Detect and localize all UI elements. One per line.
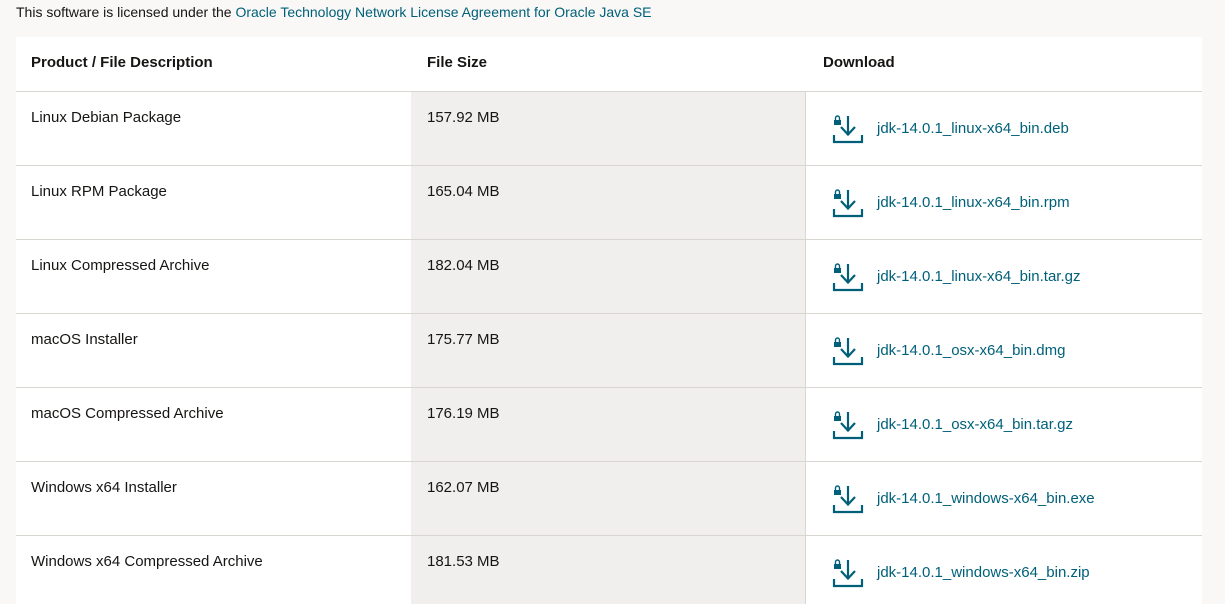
download-link[interactable]: jdk-14.0.1_osx-x64_bin.tar.gz: [831, 409, 1073, 441]
download-link[interactable]: jdk-14.0.1_osx-x64_bin.dmg: [831, 335, 1065, 367]
header-description: Product / File Description: [31, 54, 213, 71]
table-row: Windows x64 Compressed Archive 181.53 MB…: [16, 536, 1202, 604]
downloads-table: Product / File Description File Size Dow…: [16, 37, 1202, 604]
table-row: Linux Debian Package 157.92 MB jdk-14.0.…: [16, 92, 1202, 166]
file-size: 157.92 MB: [427, 109, 500, 126]
download-link[interactable]: jdk-14.0.1_windows-x64_bin.zip: [831, 557, 1090, 589]
header-download: Download: [823, 54, 895, 71]
file-description: macOS Installer: [31, 331, 138, 348]
file-size: 175.77 MB: [427, 331, 500, 348]
download-link[interactable]: jdk-14.0.1_linux-x64_bin.deb: [831, 113, 1069, 145]
lock-download-icon: [832, 263, 864, 292]
download-filename[interactable]: jdk-14.0.1_linux-x64_bin.rpm: [877, 194, 1070, 212]
file-description: Windows x64 Installer: [31, 479, 177, 496]
lock-download-icon: [832, 337, 864, 366]
file-description: Windows x64 Compressed Archive: [31, 553, 263, 570]
size-cell: [411, 462, 806, 535]
table-row: macOS Compressed Archive 176.19 MB jdk-1…: [16, 388, 1202, 462]
download-filename[interactable]: jdk-14.0.1_windows-x64_bin.exe: [877, 490, 1095, 508]
download-link[interactable]: jdk-14.0.1_linux-x64_bin.rpm: [831, 187, 1070, 219]
file-size: 165.04 MB: [427, 183, 500, 200]
file-description: Linux Debian Package: [31, 109, 182, 126]
size-cell: [411, 314, 806, 387]
download-filename[interactable]: jdk-14.0.1_windows-x64_bin.zip: [877, 564, 1090, 582]
download-filename[interactable]: jdk-14.0.1_osx-x64_bin.dmg: [877, 342, 1065, 360]
file-size: 182.04 MB: [427, 257, 500, 274]
lock-download-icon: [832, 485, 864, 514]
license-agreement-link[interactable]: Oracle Technology Network License Agreem…: [235, 4, 651, 20]
download-filename[interactable]: jdk-14.0.1_osx-x64_bin.tar.gz: [877, 416, 1073, 434]
file-description: Linux Compressed Archive: [31, 257, 210, 274]
download-link[interactable]: jdk-14.0.1_windows-x64_bin.exe: [831, 483, 1095, 515]
table-row: Windows x64 Installer 162.07 MB jdk-14.0…: [16, 462, 1202, 536]
lock-download-icon: [832, 411, 864, 440]
download-filename[interactable]: jdk-14.0.1_linux-x64_bin.deb: [877, 120, 1069, 138]
file-size: 181.53 MB: [427, 553, 500, 570]
lock-download-icon: [832, 115, 864, 144]
license-notice: This software is licensed under the Orac…: [16, 3, 652, 21]
table-header: Product / File Description File Size Dow…: [16, 37, 1202, 92]
lock-download-icon: [832, 189, 864, 218]
header-file-size: File Size: [427, 54, 488, 71]
file-size: 162.07 MB: [427, 479, 500, 496]
lock-download-icon: [832, 559, 864, 588]
download-link[interactable]: jdk-14.0.1_linux-x64_bin.tar.gz: [831, 261, 1080, 293]
size-cell: [411, 388, 806, 461]
file-size: 176.19 MB: [427, 405, 500, 422]
table-row: Linux Compressed Archive 182.04 MB jdk-1…: [16, 240, 1202, 314]
file-description: Linux RPM Package: [31, 183, 167, 200]
table-body: Linux Debian Package 157.92 MB jdk-14.0.…: [16, 92, 1202, 604]
size-cell: [411, 166, 806, 239]
download-filename[interactable]: jdk-14.0.1_linux-x64_bin.tar.gz: [877, 268, 1080, 286]
table-row: macOS Installer 175.77 MB jdk-14.0.1_osx…: [16, 314, 1202, 388]
file-description: macOS Compressed Archive: [31, 405, 224, 422]
license-prefix: This software is licensed under the: [16, 4, 236, 20]
size-cell: [411, 240, 806, 313]
table-row: Linux RPM Package 165.04 MB jdk-14.0.1_l…: [16, 166, 1202, 240]
size-cell: [411, 92, 806, 165]
